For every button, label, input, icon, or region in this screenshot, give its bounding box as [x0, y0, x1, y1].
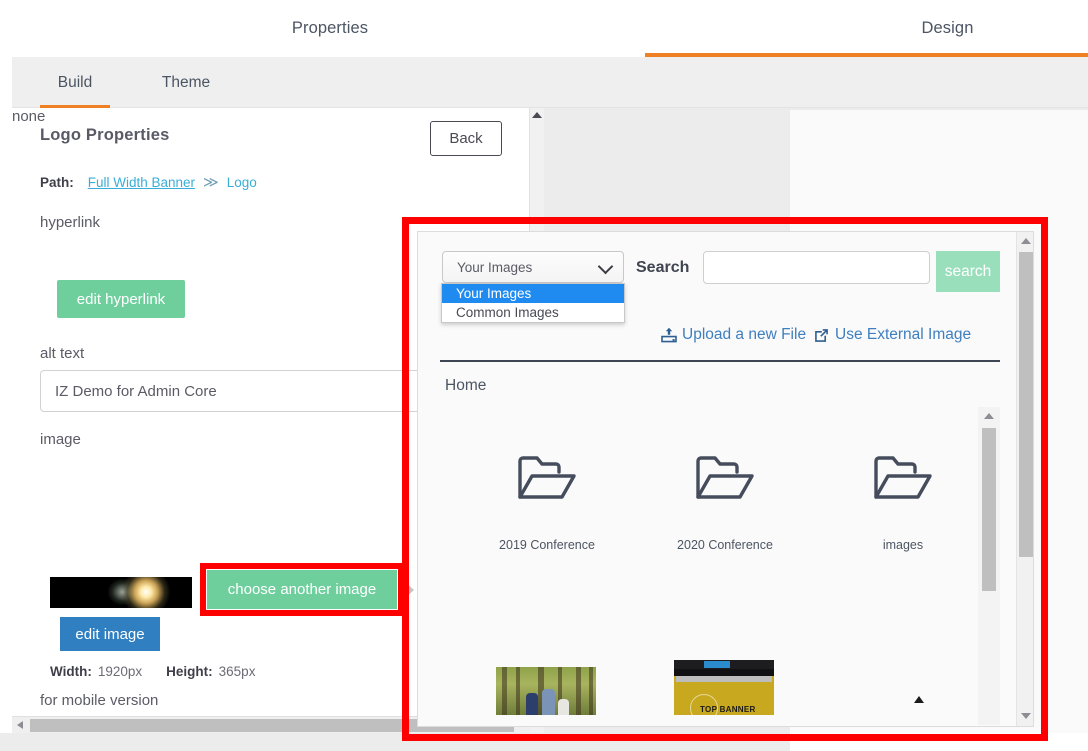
app-root: Properties Design Build Theme Logo Prope… — [0, 0, 1088, 751]
image-thumbnail-top-banner: TOP BANNER — [674, 660, 774, 715]
file-browser-item-image[interactable] — [496, 667, 596, 715]
top-tab-bar: Properties Design — [0, 0, 1088, 57]
edit-image-button-label: edit image — [75, 626, 144, 643]
mobile-version-field-label: for mobile version — [40, 692, 158, 709]
alt-text-input-value: IZ Demo for Admin Core — [55, 383, 217, 400]
current-image-thumbnail[interactable] — [50, 577, 192, 608]
folder-open-icon — [458, 442, 636, 514]
file-browser-marker-icon — [914, 696, 924, 703]
file-browser-item-folder[interactable]: 2020 Conference — [636, 442, 814, 552]
breadcrumb-link-full-width-banner[interactable]: Full Width Banner — [88, 175, 195, 190]
tab-build[interactable]: Build — [40, 57, 110, 108]
file-browser-item-folder[interactable]: 2019 Conference — [458, 442, 636, 552]
modal-vertical-scrollbar[interactable] — [1016, 232, 1033, 726]
page-title: Logo Properties — [40, 126, 170, 145]
height-value: 365px — [219, 664, 256, 679]
file-browser-item-label: 2020 Conference — [636, 538, 814, 552]
option-label: Your Images — [456, 286, 531, 301]
folder-open-icon — [814, 442, 992, 514]
file-browser: 2019 Conference 2020 Conference — [440, 407, 1000, 725]
edit-image-button[interactable]: edit image — [60, 617, 160, 651]
file-browser-vertical-scrollbar[interactable] — [978, 407, 1000, 725]
choose-another-image-label: choose another image — [228, 581, 376, 598]
thumbnail-sparkle — [122, 577, 170, 608]
chevron-down-icon — [598, 259, 614, 275]
edit-hyperlink-button[interactable]: edit hyperlink — [57, 280, 185, 318]
file-browser-item-folder[interactable]: images — [814, 442, 992, 552]
scroll-left-icon[interactable] — [17, 721, 23, 729]
tab-design[interactable]: Design — [645, 0, 1088, 57]
breadcrumb-separator-icon: ≫ — [203, 173, 219, 191]
file-browser-item-label: 2019 Conference — [458, 538, 636, 552]
thumbnail-caption: TOP BANNER — [700, 705, 756, 714]
hyperlink-field-label: hyperlink — [40, 214, 100, 231]
scroll-up-icon[interactable] — [532, 112, 542, 118]
tab-properties[interactable]: Properties — [10, 0, 650, 57]
file-browser-breadcrumb-home[interactable]: Home — [445, 377, 486, 395]
image-source-option-your-images[interactable]: Your Images — [442, 284, 624, 303]
external-link-icon — [814, 328, 829, 343]
search-input[interactable] — [703, 251, 930, 284]
breadcrumb-label: Path: — [40, 175, 74, 190]
tab-theme-label: Theme — [162, 74, 210, 92]
upload-new-file-link[interactable]: Upload a new File — [661, 326, 806, 344]
option-label: Common Images — [456, 305, 559, 320]
use-external-image-label: Use External Image — [835, 326, 971, 344]
width-value: 1920px — [98, 664, 142, 679]
back-button[interactable]: Back — [430, 121, 502, 156]
breadcrumb-current-logo: Logo — [227, 175, 257, 190]
image-dimensions: Width: 1920px Height: 365px — [50, 664, 255, 679]
scroll-up-icon[interactable] — [984, 413, 994, 419]
image-picker-modal: Your Images Your Images Common Images Se… — [417, 231, 1034, 727]
file-browser-grid: 2019 Conference 2020 Conference — [440, 407, 976, 725]
breadcrumb: Path: Full Width Banner ≫ Logo — [40, 173, 257, 191]
folder-open-icon — [636, 442, 814, 514]
file-browser-item-label: images — [814, 538, 992, 552]
alt-text-field-label: alt text — [40, 345, 84, 362]
image-source-options-list[interactable]: Your Images Common Images — [441, 283, 625, 323]
image-field-label: image — [40, 431, 81, 448]
tab-properties-label: Properties — [292, 19, 368, 38]
scrollbar-thumb[interactable] — [1019, 252, 1033, 557]
search-label: Search — [636, 259, 689, 277]
image-source-option-common-images[interactable]: Common Images — [442, 303, 624, 322]
scroll-down-icon[interactable] — [1021, 713, 1031, 719]
image-source-select[interactable]: Your Images — [442, 251, 624, 283]
upload-new-file-label: Upload a new File — [682, 326, 806, 344]
design-canvas-divider — [790, 108, 1088, 110]
search-button[interactable]: search — [936, 251, 1000, 292]
edit-hyperlink-button-label: edit hyperlink — [77, 291, 165, 308]
image-picker-body: Your Images Your Images Common Images Se… — [418, 232, 1018, 726]
sub-tab-bar: Build Theme — [12, 57, 1088, 108]
scrollbar-thumb[interactable] — [982, 428, 996, 591]
image-source-select-value: Your Images — [457, 260, 532, 275]
scroll-up-icon[interactable] — [1021, 238, 1031, 244]
width-label: Width: — [50, 664, 92, 679]
tab-design-label: Design — [922, 19, 974, 38]
use-external-image-link[interactable]: Use External Image — [814, 326, 971, 344]
image-thumbnail-forest — [496, 667, 596, 715]
file-browser-item-image[interactable]: TOP BANNER — [674, 660, 774, 715]
search-button-label: search — [945, 263, 992, 281]
modal-divider — [440, 360, 1000, 362]
choose-another-image-button[interactable]: choose another image — [207, 570, 397, 609]
height-label: Height: — [166, 664, 213, 679]
tab-theme[interactable]: Theme — [146, 57, 226, 108]
upload-icon — [661, 327, 677, 343]
back-button-label: Back — [449, 130, 482, 147]
tab-build-label: Build — [58, 74, 92, 92]
